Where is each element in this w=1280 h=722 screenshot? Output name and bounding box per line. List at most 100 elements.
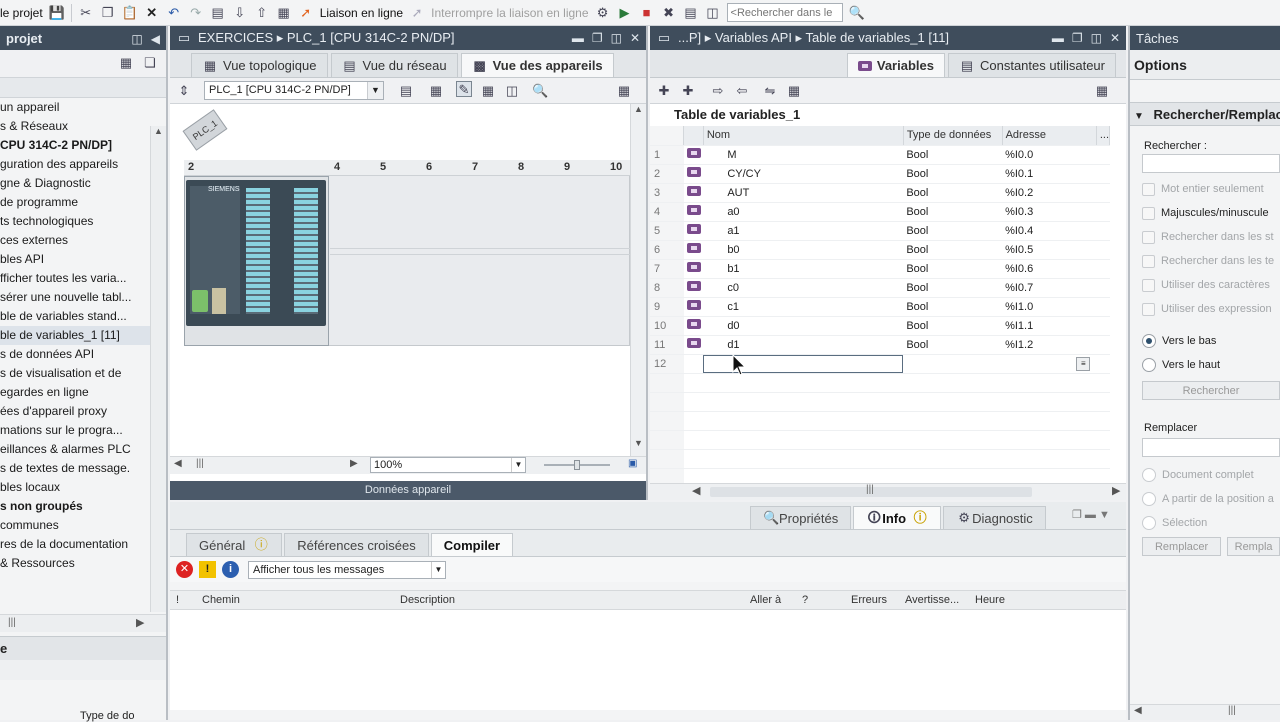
restore-icon[interactable]: ❐ — [1072, 31, 1083, 45]
copy-icon[interactable]: ❐ — [100, 5, 116, 21]
tab-properties[interactable]: 🔍 Propriétés — [750, 506, 852, 529]
close-icon[interactable]: ✕ — [630, 31, 640, 45]
canvas-vscrollbar[interactable]: ▲ ▼ — [630, 104, 646, 456]
accessible-devices-icon[interactable]: ⚙ — [595, 5, 611, 21]
add-icon[interactable]: ❏ — [142, 55, 158, 71]
zoom-in-icon[interactable]: 🔍 — [532, 83, 548, 99]
tag-name-cell[interactable]: b1 — [703, 259, 904, 279]
pin-icon[interactable]: ◫ — [131, 32, 142, 46]
data-type-cell[interactable]: Bool — [903, 183, 1003, 203]
tag-name-cell[interactable]: d0 — [703, 316, 904, 336]
undo-icon[interactable]: ↶ — [166, 5, 182, 21]
address-cell[interactable]: %I1.0 — [1002, 297, 1097, 317]
tree-item[interactable]: ées d'appareil proxy — [0, 402, 150, 421]
go-online-button[interactable]: Liaison en ligne — [320, 6, 403, 20]
tree-hscrollbar[interactable]: ||| ▶ — [0, 614, 166, 632]
tag-name-cell[interactable]: a1 — [703, 221, 904, 241]
tag-name-cell[interactable]: c1 — [703, 297, 904, 317]
data-type-cell[interactable]: Bool — [903, 145, 1003, 165]
search-replace-section[interactable]: ▼ Rechercher/Remplac — [1130, 102, 1280, 126]
search-option[interactable]: Rechercher dans les te — [1130, 249, 1280, 273]
device-canvas[interactable]: PLC_1 2 4 5 6 7 8 9 10 SIEMENS — [170, 104, 630, 456]
tree-item[interactable]: s & Réseaux — [0, 117, 150, 136]
cut-icon[interactable]: ✂ — [78, 5, 94, 21]
tree-item[interactable]: de programme — [0, 193, 150, 212]
table-row[interactable]: 1 M Bool %I0.0 — [650, 145, 1110, 165]
checkbox[interactable] — [1142, 254, 1155, 268]
tree-item[interactable]: s non groupés — [0, 497, 150, 516]
address-cell[interactable]: %I0.0 — [1002, 145, 1097, 165]
col-warnings[interactable]: Avertisse... — [905, 591, 959, 609]
insert-row-icon[interactable]: ✚ — [680, 83, 696, 99]
tree-item[interactable]: ts technologiques — [0, 212, 150, 231]
tree-item[interactable]: s de données API — [0, 345, 150, 364]
cpu-module[interactable]: SIEMENS — [186, 180, 326, 326]
page-icon[interactable]: ◫ — [504, 83, 520, 99]
redo-icon[interactable]: ↷ — [188, 5, 204, 21]
replace-scope-option[interactable]: A partir de la position a — [1130, 487, 1280, 511]
chevron-down-icon[interactable]: ▼ — [431, 562, 445, 578]
zoom-select[interactable]: 100% ▼ — [370, 457, 526, 473]
view-overview-icon[interactable]: ▦ — [118, 55, 134, 71]
upload-icon[interactable]: ⇧ — [254, 5, 270, 21]
col-more[interactable]: ... — [1096, 126, 1110, 146]
address-cell[interactable]: %I0.3 — [1002, 202, 1097, 222]
table-row[interactable]: 3 AUT Bool %I0.2 — [650, 183, 1110, 203]
tree-item[interactable]: bles locaux — [0, 478, 150, 497]
tab-diagnostic[interactable]: ⚙ Diagnostic — [943, 506, 1046, 529]
save-icon[interactable]: 💾 — [49, 5, 65, 21]
checkbox[interactable] — [1142, 182, 1155, 196]
tree-item[interactable]: ces externes — [0, 231, 150, 250]
search-field[interactable] — [1142, 154, 1280, 173]
tree-item[interactable]: fficher toutes les varia... — [0, 269, 150, 288]
address-cell[interactable]: %I0.6 — [1002, 259, 1097, 279]
checkbox[interactable] — [1142, 230, 1155, 244]
address-cell[interactable]: %I0.5 — [1002, 240, 1097, 260]
monitor-icon[interactable]: ⇋ — [762, 83, 778, 99]
info-filter-icon[interactable]: i — [222, 561, 239, 578]
col-address[interactable]: Adresse — [1002, 126, 1097, 146]
float-icon[interactable]: ◫ — [1091, 31, 1102, 45]
restore-icon[interactable]: ❐ — [592, 31, 603, 45]
table-icon[interactable]: ▤ — [398, 83, 414, 99]
tree-item[interactable]: s de textes de message. — [0, 459, 150, 478]
col-description[interactable]: Description — [400, 591, 455, 609]
float-icon[interactable]: ◫ — [611, 31, 622, 45]
checkbox[interactable] — [1142, 278, 1155, 292]
replace-button[interactable]: Remplacer — [1142, 537, 1222, 556]
pointer-tool-icon[interactable]: ✎ — [456, 81, 472, 97]
search-button[interactable]: Rechercher — [1142, 381, 1280, 400]
table-row[interactable]: 8 c0 Bool %I0.7 — [650, 278, 1110, 298]
col-data-type[interactable]: Type de données — [903, 126, 1003, 146]
split-horizontal-icon[interactable]: ▤ — [683, 5, 699, 21]
go-offline-button[interactable]: Interrompre la liaison en ligne — [431, 6, 588, 20]
tree-item[interactable]: gne & Diagnostic — [0, 174, 150, 193]
tag-name-cell[interactable]: c0 — [703, 278, 904, 298]
data-type-cell[interactable]: Bool — [903, 335, 1003, 355]
address-cell[interactable]: %I0.7 — [1002, 278, 1097, 298]
tab-general[interactable]: Général ⓘ — [186, 533, 283, 556]
add-row-icon[interactable]: ✚ — [656, 83, 672, 99]
checkbox[interactable] — [1142, 206, 1155, 220]
overview-icon[interactable]: ▦ — [616, 83, 632, 99]
scroll-right-icon[interactable]: ▶ — [350, 458, 358, 469]
address-cell[interactable]: %I0.1 — [1002, 164, 1097, 184]
col-name[interactable]: Nom — [703, 126, 904, 146]
tree-item[interactable]: communes — [0, 516, 150, 535]
export-icon[interactable]: ⇨ — [710, 83, 726, 99]
replace-field[interactable] — [1142, 438, 1280, 457]
overview-icon[interactable]: ▦ — [1094, 83, 1110, 99]
radio-button[interactable] — [1142, 358, 1156, 372]
tree-item[interactable]: res de la documentation — [0, 535, 150, 554]
compile-icon[interactable]: ▤ — [210, 5, 226, 21]
tag-name-cell[interactable]: AUT — [703, 183, 904, 203]
data-type-cell[interactable]: Bool — [903, 164, 1003, 184]
data-type-cell[interactable]: Bool — [903, 259, 1003, 279]
address-cell[interactable]: %I1.2 — [1002, 335, 1097, 355]
collapse-left-icon[interactable]: ◀ — [151, 32, 160, 46]
start-cpu-icon[interactable]: ▶ — [617, 5, 633, 21]
tree-item[interactable]: mations sur le progra... — [0, 421, 150, 440]
table-row[interactable]: 6 b0 Bool %I0.5 — [650, 240, 1110, 260]
zoom-slider-thumb[interactable] — [574, 460, 580, 470]
tag-name-cell[interactable]: b0 — [703, 240, 904, 260]
